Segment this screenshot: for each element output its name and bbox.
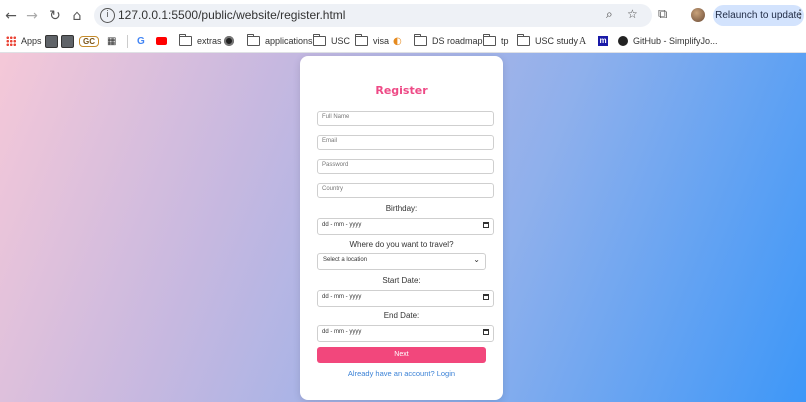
record-icon	[224, 36, 234, 46]
bookmark-google[interactable]: G	[137, 34, 145, 48]
location-select-value: Select a location	[323, 257, 368, 263]
bookmark-font-a[interactable]: A	[579, 34, 586, 48]
bookmark-qr[interactable]: ▦	[107, 34, 116, 48]
country-placeholder: Country	[322, 186, 344, 192]
bookmarks-bar: Apps GC ▦ G extras applications USC visa…	[0, 31, 806, 53]
google-icon: G	[137, 35, 145, 47]
start-date-label: Start Date:	[382, 276, 421, 285]
bookmark-label: GitHub - SimplifyJo...	[633, 36, 718, 46]
location-select[interactable]: Select a location ⌄	[317, 253, 486, 270]
gc-icon: GC	[79, 35, 99, 47]
bookmark-label: USC	[331, 36, 351, 46]
back-arrow-icon[interactable]: ←	[2, 7, 20, 25]
register-card: Register Full Name Email Password Countr…	[300, 56, 503, 400]
bookmark-star-icon[interactable]: ☆	[627, 7, 638, 21]
calendar-icon[interactable]	[483, 222, 489, 228]
bookmark-record[interactable]	[224, 34, 234, 48]
bookmark-leaf[interactable]: ◐	[393, 34, 402, 48]
calendar-icon[interactable]	[483, 329, 489, 335]
bookmark-separator	[127, 35, 128, 48]
login-link[interactable]: Already have an account? Login	[300, 369, 503, 378]
bookmark-usc[interactable]: USC	[313, 34, 350, 48]
github-icon	[618, 36, 628, 46]
folder-icon	[179, 34, 192, 46]
travel-label: Where do you want to travel?	[349, 240, 454, 249]
menu-dots-icon[interactable]: ⋮	[794, 7, 806, 21]
bookmark-label: applications	[265, 36, 313, 46]
square-app-icon	[61, 34, 74, 48]
extensions-icon[interactable]: ⧉	[658, 7, 674, 23]
apps-grid-icon	[6, 36, 16, 46]
m-icon: m	[598, 36, 608, 46]
bookmark-visa[interactable]: visa	[355, 34, 389, 48]
email-input[interactable]: Email	[317, 135, 494, 150]
bookmark-label: DS roadmap	[432, 36, 483, 46]
home-icon[interactable]: ⌂	[68, 7, 86, 25]
qr-icon: ▦	[107, 35, 117, 47]
page-background: Register Full Name Email Password Countr…	[0, 53, 806, 402]
folder-icon	[517, 34, 530, 46]
address-bar[interactable]: i 127.0.0.1:5500/public/website/register…	[94, 4, 652, 27]
bookmark-label: visa	[373, 36, 390, 46]
leaf-icon: ◐	[393, 35, 402, 47]
folder-icon	[483, 34, 496, 46]
bookmark-label: USC study	[535, 36, 579, 46]
folder-icon	[313, 34, 326, 46]
site-info-icon[interactable]: i	[100, 8, 115, 23]
start-date-input[interactable]: dd - mm - yyyy	[317, 290, 494, 307]
folder-icon	[414, 34, 427, 46]
bookmark-label: Apps	[21, 36, 42, 46]
reload-icon[interactable]: ↻	[46, 7, 64, 25]
bookmark-extras[interactable]: extras	[179, 34, 222, 48]
bookmark-m[interactable]: m	[598, 34, 608, 48]
country-input[interactable]: Country	[317, 183, 494, 198]
bookmark-gc[interactable]: GC	[79, 34, 99, 48]
font-a-icon: A	[579, 35, 587, 47]
profile-avatar[interactable]	[691, 8, 705, 22]
end-date-label: End Date:	[383, 311, 420, 320]
browser-toolbar: ← → ↻ ⌂ i 127.0.0.1:5500/public/website/…	[0, 0, 806, 31]
page-title: Register	[375, 84, 428, 97]
youtube-icon	[156, 37, 167, 45]
bookmark-github[interactable]: GitHub - SimplifyJo...	[618, 34, 718, 48]
bookmark-apps[interactable]: Apps	[6, 34, 42, 48]
folder-icon	[247, 34, 260, 46]
bookmark-label: tp	[501, 36, 509, 46]
bookmark-applications[interactable]: applications	[247, 34, 313, 48]
date-placeholder: dd - mm - yyyy	[322, 222, 362, 228]
bookmark-label: extras	[197, 36, 222, 46]
bookmark-usc-study[interactable]: USC study	[517, 34, 578, 48]
password-placeholder: Password	[322, 162, 349, 168]
password-input[interactable]: Password	[317, 159, 494, 174]
folder-icon	[355, 34, 368, 46]
date-placeholder: dd - mm - yyyy	[322, 329, 362, 335]
end-date-input[interactable]: dd - mm - yyyy	[317, 325, 494, 342]
birthday-label: Birthday:	[385, 204, 418, 213]
zoom-icon[interactable]: ⌕	[606, 7, 613, 22]
square-app-icon	[45, 34, 58, 48]
bookmark-ds-roadmap[interactable]: DS roadmap	[414, 34, 483, 48]
full-name-placeholder: Full Name	[322, 114, 350, 120]
calendar-icon[interactable]	[483, 294, 489, 300]
forward-arrow-icon[interactable]: →	[23, 7, 41, 25]
bookmark-youtube[interactable]	[156, 34, 167, 48]
url-text[interactable]: 127.0.0.1:5500/public/website/register.h…	[118, 8, 345, 22]
full-name-input[interactable]: Full Name	[317, 111, 494, 126]
relaunch-button[interactable]: Relaunch to update	[713, 5, 804, 26]
bookmark-tp[interactable]: tp	[483, 34, 509, 48]
email-placeholder: Email	[322, 138, 338, 144]
chevron-down-icon: ⌄	[473, 255, 480, 264]
bookmark-app-2[interactable]	[61, 34, 79, 48]
next-button[interactable]: Next	[317, 347, 486, 363]
date-placeholder: dd - mm - yyyy	[322, 294, 362, 300]
birthday-date-input[interactable]: dd - mm - yyyy	[317, 218, 494, 235]
